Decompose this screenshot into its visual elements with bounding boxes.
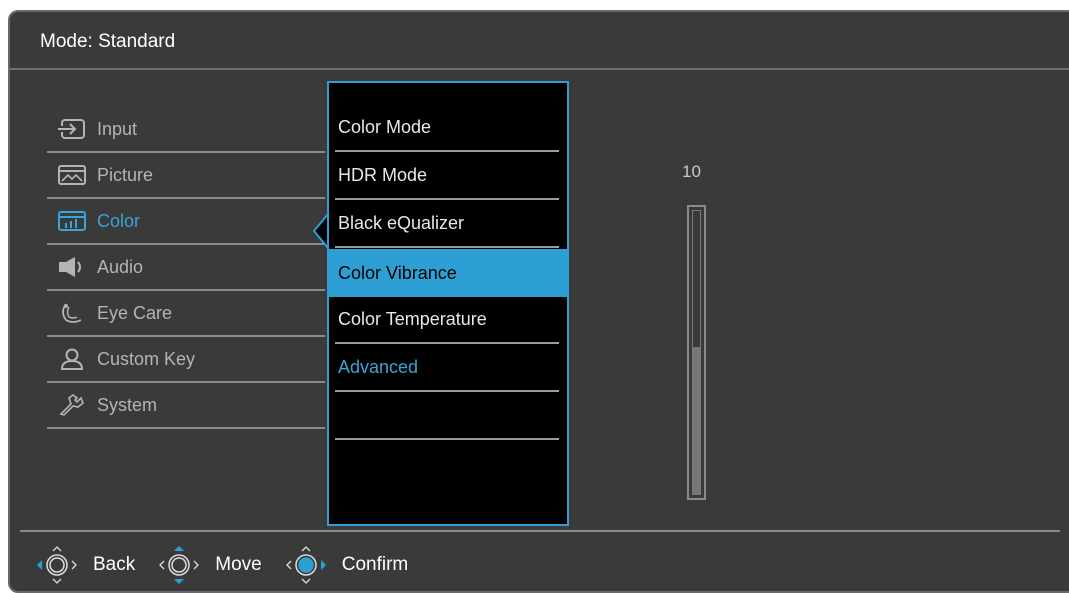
value-slider[interactable] — [687, 205, 706, 500]
submenu-item-advanced[interactable]: Advanced — [335, 344, 559, 392]
slider-fill — [693, 346, 700, 494]
input-icon — [55, 116, 89, 142]
menu-item-label: Custom Key — [97, 348, 196, 369]
hint-confirm-label: Confirm — [341, 554, 409, 575]
menu-item-label: Color — [97, 210, 141, 231]
slider-track-inner — [692, 210, 701, 495]
menu-item-label: Eye Care — [97, 302, 173, 323]
submenu-item-color-mode[interactable]: Color Mode — [335, 104, 559, 152]
menu-item-label: Audio — [97, 256, 144, 277]
hint-back[interactable]: Back — [35, 543, 135, 587]
wrench-icon — [55, 392, 89, 418]
submenu-item-color-temperature[interactable]: Color Temperature — [335, 296, 559, 344]
footer-divider — [20, 530, 1060, 532]
submenu-item-empty — [335, 392, 559, 440]
osd-window: Mode: Standard Input Picture Color Audio… — [8, 10, 1069, 593]
menu-item-picture[interactable]: Picture — [47, 153, 325, 199]
menu-item-audio[interactable]: Audio — [47, 245, 325, 291]
color-submenu: Color Mode HDR Mode Black eQualizer Colo… — [327, 81, 569, 526]
menu-item-label: System — [97, 394, 158, 415]
value-readout: 10 — [682, 162, 701, 181]
speaker-icon — [55, 254, 89, 280]
osd-header: Mode: Standard — [10, 12, 1069, 70]
picture-icon — [55, 162, 89, 188]
hint-confirm[interactable]: Confirm — [284, 543, 409, 587]
joystick-right-icon — [285, 546, 326, 584]
menu-item-label: Picture — [97, 164, 154, 185]
joystick-left-icon — [37, 546, 77, 584]
main-menu: Input Picture Color Audio Eye Care Custo… — [47, 107, 325, 429]
hint-move-label: Move — [215, 554, 262, 575]
submenu-item-color-vibrance[interactable]: Color Vibrance — [329, 249, 567, 297]
submenu-item-hdr-mode[interactable]: HDR Mode — [335, 152, 559, 200]
menu-item-color[interactable]: Color — [47, 199, 325, 245]
menu-item-custom-key[interactable]: Custom Key — [47, 337, 325, 383]
menu-item-system[interactable]: System — [47, 383, 325, 429]
menu-item-eye-care[interactable]: Eye Care — [47, 291, 325, 337]
submenu-item-black-equalizer[interactable]: Black eQualizer — [335, 200, 559, 248]
footer-hints: Back Move Confirm — [35, 540, 430, 590]
submenu-pointer — [312, 214, 328, 248]
hint-back-label: Back — [93, 554, 136, 575]
joystick-updown-icon — [159, 546, 200, 584]
user-icon — [55, 346, 89, 372]
mode-title: Mode: Standard — [40, 31, 176, 52]
color-icon — [55, 208, 89, 234]
hint-move[interactable]: Move — [157, 543, 262, 587]
menu-item-label: Input — [97, 118, 138, 139]
submenu-item-empty — [335, 440, 559, 488]
eye-care-icon — [55, 300, 89, 326]
menu-item-input[interactable]: Input — [47, 107, 325, 153]
